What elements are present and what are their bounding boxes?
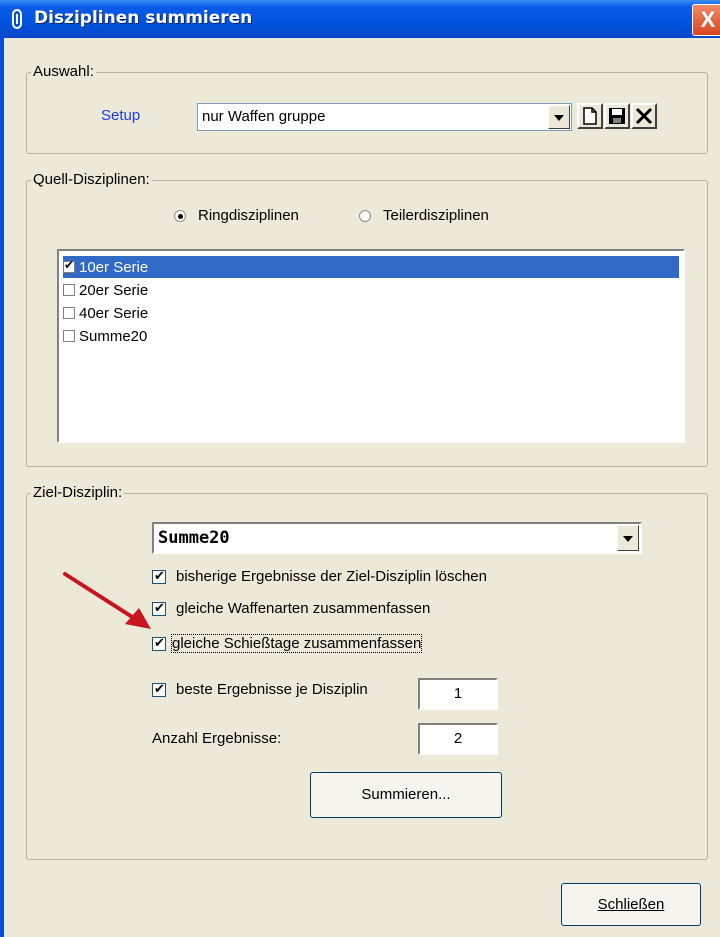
title-bar[interactable]: Disziplinen summieren X [0,0,720,38]
list-item-label: Summe20 [79,327,148,345]
checkbox-merge-days[interactable]: gleiche Schießtage zusammenfassen [152,634,423,653]
save-disk-icon [609,108,625,124]
checkbox-merge-weapons[interactable]: gleiche Waffenarten zusammenfassen [152,600,430,617]
checkbox-best-box[interactable] [152,681,166,697]
list-item-checkbox[interactable] [63,330,75,342]
checkbox-best-label: beste Ergebnisse je Disziplin [176,681,368,698]
radio-teiler-label: Teilerdisziplinen [383,207,489,224]
list-item-checkbox[interactable] [63,307,75,319]
paperclip-icon [12,9,22,29]
radio-teilerdisziplinen[interactable]: Teilerdisziplinen [359,207,489,224]
dialog-window: Disziplinen summieren X Auswahl: Setup n… [0,0,720,937]
checkbox-days-box[interactable] [152,635,166,651]
chevron-down-icon [554,115,564,121]
list-item-checkbox[interactable] [63,284,75,296]
new-setup-button[interactable] [577,103,603,129]
annotation-arrow-icon [63,572,151,629]
list-item[interactable]: 20er Serie [63,279,148,301]
list-item-label: 10er Serie [79,258,149,276]
radio-ring-circle[interactable] [174,209,186,222]
anzahl-input[interactable]: 2 [418,723,498,755]
new-document-icon [583,107,597,125]
setup-select[interactable]: nur Waffen gruppe [197,103,572,131]
setup-label: Setup [101,107,141,124]
ziel-select[interactable]: Summe20 [152,522,642,554]
ziel-legend: Ziel-Disziplin: [31,484,125,501]
list-item[interactable]: 40er Serie [63,302,148,324]
checkbox-best-results[interactable]: beste Ergebnisse je Disziplin [152,681,368,698]
checkbox-delete-results[interactable]: bisherige Ergebnisse der Ziel-Disziplin … [152,568,487,585]
window-close-button[interactable]: X [692,4,720,36]
auswahl-legend: Auswahl: [31,63,96,80]
list-item-checkbox[interactable] [63,258,75,273]
chevron-down-icon [623,536,633,542]
checkbox-weapons-label: gleiche Waffenarten zusammenfassen [176,600,431,617]
checkbox-days-label: gleiche Schießtage zusammenfassen [170,634,423,653]
window-title: Disziplinen summieren [34,8,253,28]
quell-legend: Quell-Disziplinen: [31,171,152,188]
list-item-label: 40er Serie [79,304,149,322]
setup-dropdown-arrow[interactable] [548,105,570,129]
radio-ringdisziplinen[interactable]: Ringdisziplinen [174,207,299,224]
ziel-dropdown-arrow[interactable] [617,525,639,551]
best-results-input[interactable]: 1 [418,678,498,710]
delete-setup-button[interactable] [631,103,657,129]
ziel-select-value: Summe20 [158,528,230,548]
list-item[interactable]: 10er Serie [63,256,679,278]
checkbox-delete-label: bisherige Ergebnisse der Ziel-Disziplin … [176,568,487,585]
anzahl-label: Anzahl Ergebnisse: [152,730,282,747]
list-item[interactable]: Summe20 [63,325,147,347]
schliessen-button[interactable]: Schließen [561,883,701,926]
list-item-label: 20er Serie [79,281,149,299]
delete-x-icon [635,107,653,125]
radio-ring-label: Ringdisziplinen [198,207,299,224]
summieren-button[interactable]: Summieren... [310,772,502,818]
radio-teiler-circle[interactable] [359,209,371,222]
quell-listbox[interactable]: 10er Serie 20er Serie 40er Serie Summe20 [57,249,685,443]
save-setup-button[interactable] [604,103,630,129]
setup-select-value: nur Waffen gruppe [202,108,326,125]
